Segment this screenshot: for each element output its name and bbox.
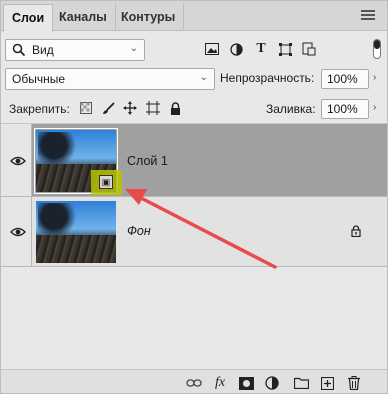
chevron-down-icon: ⌄ xyxy=(129,43,138,54)
thumbnail-ground xyxy=(36,235,116,263)
tab-paths[interactable]: Контуры xyxy=(113,4,185,31)
opacity-label: Непрозрачность: xyxy=(220,71,315,85)
panel-menu-icon[interactable] xyxy=(361,10,375,22)
blend-mode-label: Обычные xyxy=(12,72,66,86)
shape-filter-icon[interactable] xyxy=(277,41,293,57)
fill-chevron-icon[interactable]: › xyxy=(373,102,376,113)
tab-bar: Слои Каналы Контуры xyxy=(1,1,387,32)
filter-kind-select[interactable]: Вид ⌄ xyxy=(5,39,145,61)
lock-icon[interactable] xyxy=(351,225,361,240)
eye-icon[interactable] xyxy=(10,155,26,167)
layer-name[interactable]: Фон xyxy=(127,224,151,238)
layer-row-background[interactable]: Фон xyxy=(1,197,387,267)
layer-thumbnail[interactable] xyxy=(36,201,116,263)
opacity-chevron-icon[interactable]: › xyxy=(373,72,376,83)
lock-pixels-icon[interactable] xyxy=(79,101,93,115)
type-filter-icon[interactable]: T xyxy=(253,41,269,57)
link-icon[interactable] xyxy=(186,375,202,391)
layers-empty-area xyxy=(1,267,387,367)
lock-artboard-icon[interactable] xyxy=(146,101,160,115)
trash-icon[interactable] xyxy=(346,375,362,391)
lock-label: Закрепить: xyxy=(9,102,70,116)
thumbnail-image xyxy=(38,203,78,237)
tab-channels[interactable]: Каналы xyxy=(51,4,116,31)
lock-brush-icon[interactable] xyxy=(101,101,115,115)
filter-kind-label: Вид xyxy=(32,43,54,57)
lock-position-icon[interactable] xyxy=(123,101,137,115)
smartobject-filter-icon[interactable] xyxy=(301,41,317,57)
folder-icon[interactable] xyxy=(293,375,309,391)
adjustment-icon[interactable] xyxy=(264,375,280,391)
layer-name[interactable]: Слой 1 xyxy=(127,154,168,168)
image-filter-icon[interactable] xyxy=(204,41,220,57)
smart-object-highlight: ▣ xyxy=(91,170,122,195)
blend-mode-select[interactable]: Обычные ⌄ xyxy=(5,68,215,90)
thumbnail-image xyxy=(38,132,78,166)
mask-icon[interactable] xyxy=(238,375,254,391)
chevron-down-icon: ⌄ xyxy=(199,72,208,83)
filter-toggle[interactable] xyxy=(373,39,381,59)
bottom-toolbar: fx xyxy=(1,369,387,393)
layer-row-1[interactable]: ▣ Слой 1 xyxy=(1,124,387,197)
tab-layers[interactable]: Слои xyxy=(3,4,54,32)
smart-object-icon: ▣ xyxy=(99,175,113,189)
adjustment-filter-icon[interactable] xyxy=(228,41,244,57)
fill-input[interactable]: 100% xyxy=(321,99,369,119)
new-layer-icon[interactable] xyxy=(319,375,335,391)
layers-panel: Слои Каналы Контуры Вид ⌄ T Обычные ⌄ Не… xyxy=(0,0,388,394)
search-icon xyxy=(12,43,26,60)
opacity-input[interactable]: 100% xyxy=(321,69,369,89)
lock-all-icon[interactable] xyxy=(168,101,182,115)
eye-icon[interactable] xyxy=(10,226,26,238)
fx-icon[interactable]: fx xyxy=(212,375,228,391)
fill-label: Заливка: xyxy=(266,102,316,116)
